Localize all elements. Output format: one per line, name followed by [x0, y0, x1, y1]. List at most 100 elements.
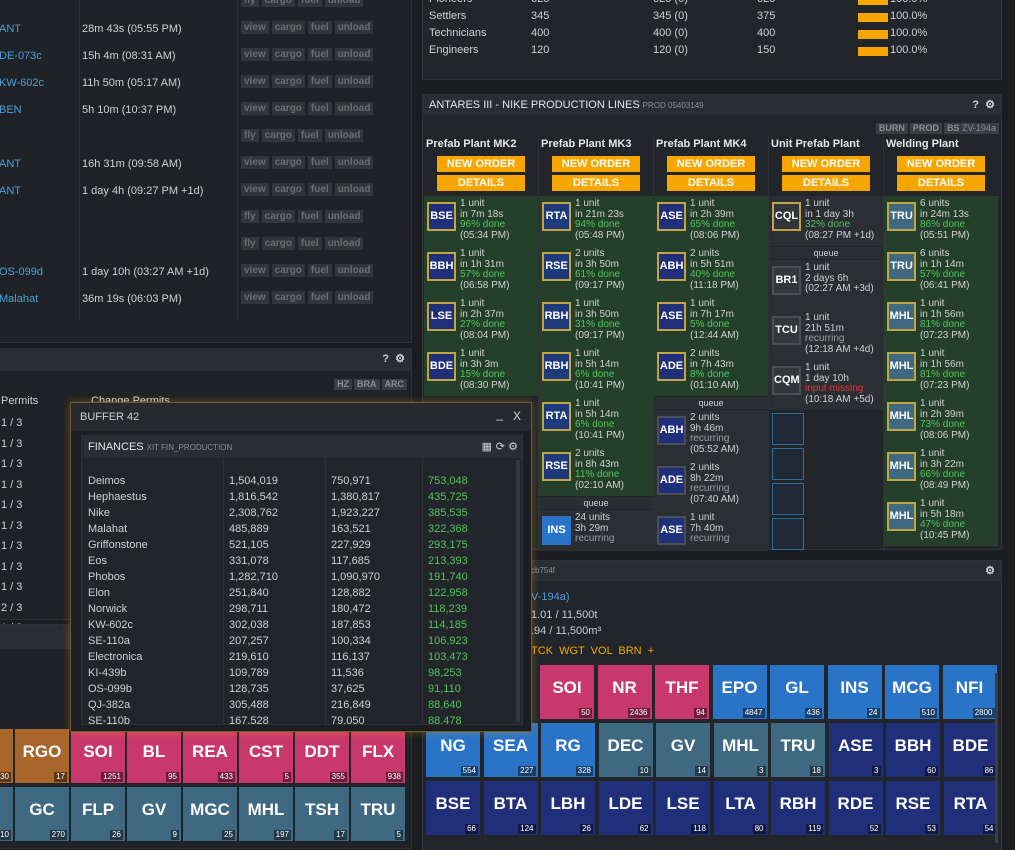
material-tile[interactable]: INS 24	[827, 665, 882, 719]
fuel-button[interactable]: fuel	[297, 210, 322, 223]
material-tile[interactable]: GL 436	[770, 665, 824, 719]
view-button[interactable]: view	[241, 264, 269, 277]
production-order[interactable]: BBH 1 unit in 1h 31m 57% done (06:58 PM)	[424, 246, 538, 296]
cargo-button[interactable]: cargo	[271, 264, 305, 277]
material-tile[interactable]: TRU 18	[771, 723, 825, 777]
buffer-titlebar[interactable]: BUFFER 42 _ X	[71, 403, 531, 431]
production-order[interactable]: RBH 1 unit in 5h 14m 6% done (10:41 PM)	[539, 346, 653, 396]
unload-button[interactable]: unload	[334, 264, 374, 277]
cargo-button[interactable]: cargo	[261, 129, 295, 142]
cargo-button[interactable]: cargo	[261, 210, 295, 223]
production-order[interactable]: MHL 1 unit in 1h 56m 81% done (07:23 PM)	[884, 296, 998, 346]
fuel-button[interactable]: fuel	[307, 183, 332, 196]
material-tile[interactable]: REA 433	[183, 729, 237, 783]
production-order[interactable]: ASE 1 unit in 2h 39m 65% done (08:06 PM)	[654, 196, 768, 246]
scrollbar[interactable]	[995, 673, 998, 843]
unload-button[interactable]: unload	[334, 291, 374, 304]
production-order[interactable]: BDE 1 unit in 3h 3m 15% done (08:30 PM)	[424, 346, 538, 396]
material-tile[interactable]: MHL 3	[713, 723, 768, 777]
unload-button[interactable]: unload	[334, 75, 374, 88]
cargo-button[interactable]: cargo	[261, 237, 295, 250]
material-tile[interactable]: DDT 355	[295, 729, 349, 783]
empty-queue-slot[interactable]	[772, 413, 804, 445]
material-tile[interactable]: NR 2436	[597, 665, 652, 719]
unload-button[interactable]: unload	[334, 156, 374, 169]
unload-button[interactable]: unload	[334, 48, 374, 61]
production-order[interactable]: RTA 1 unit in 21m 23s 94% done (05:48 PM)	[539, 196, 653, 246]
material-tile[interactable]: BBH 60	[886, 723, 940, 777]
empty-queue-slot[interactable]	[772, 483, 804, 515]
production-order[interactable]: MHL 1 unit in 5h 18m 47% done (10:45 PM)	[884, 496, 998, 546]
view-button[interactable]: view	[241, 75, 269, 88]
storage-location[interactable]: V-194a)	[531, 591, 570, 603]
unload-button[interactable]: unload	[334, 102, 374, 115]
unload-button[interactable]: unload	[324, 237, 364, 250]
view-button[interactable]: view	[241, 156, 269, 169]
production-order[interactable]: CQM 1 unit 1 day 10h input missing (10:18 AM…	[769, 360, 883, 410]
material-tile[interactable]: TSH 17	[295, 787, 349, 841]
material-tile[interactable]: ASE 3	[828, 723, 883, 777]
material-tile[interactable]: NFI 2800	[942, 665, 997, 719]
fuel-button[interactable]: fuel	[297, 237, 322, 250]
calculator-icon[interactable]: ▦	[482, 436, 492, 458]
help-icon[interactable]: ?	[972, 95, 979, 115]
material-tile[interactable]: MGC 25	[183, 787, 237, 841]
cargo-button[interactable]: cargo	[271, 291, 305, 304]
fuel-button[interactable]: fuel	[297, 0, 322, 7]
production-order[interactable]: MHL 1 unit in 2h 39m 73% done (08:06 PM)	[884, 396, 998, 446]
material-tile[interactable]: THF 94	[655, 665, 709, 719]
production-order[interactable]: CQL 1 unit in 1 day 3h 32% done (08:27 PM +1…	[769, 196, 883, 246]
fuel-button[interactable]: fuel	[307, 102, 332, 115]
gear-icon[interactable]: ⚙	[985, 561, 995, 581]
unload-button[interactable]: unload	[324, 210, 364, 223]
storage-sort-options[interactable]: TCK WGT VOL BRN +	[531, 645, 654, 657]
material-tile[interactable]: DEC 10	[598, 723, 653, 777]
material-tile[interactable]: RG 328	[541, 723, 595, 777]
ship-destination[interactable]: OS-099d	[0, 266, 43, 278]
material-tile[interactable]: FLX 938	[351, 729, 405, 783]
material-tile[interactable]: CST 5	[239, 729, 293, 783]
ship-destination[interactable]: BEN	[0, 104, 22, 116]
material-tile[interactable]: LDE 62	[598, 781, 653, 835]
new-order-button[interactable]: NEW ORDER	[437, 156, 525, 172]
cargo-button[interactable]: cargo	[271, 156, 305, 169]
details-button[interactable]: DETAILS	[552, 175, 640, 191]
production-order[interactable]: INS 24 units 3h 29m recurring	[539, 510, 653, 551]
scrollbar[interactable]	[516, 460, 520, 722]
material-tile[interactable]: LTA 80	[713, 781, 768, 835]
empty-queue-slot[interactable]	[772, 448, 804, 480]
view-button[interactable]: view	[241, 102, 269, 115]
production-order[interactable]: BSE 1 unit in 7m 18s 96% done (05:34 PM)	[424, 196, 538, 246]
fuel-button[interactable]: fuel	[307, 291, 332, 304]
new-order-button[interactable]: NEW ORDER	[667, 156, 755, 172]
gear-icon[interactable]: ⚙	[985, 95, 995, 115]
production-order[interactable]: RSE 2 units in 8h 43m 11% done (02:10 AM)	[539, 446, 653, 496]
ship-destination[interactable]: KW-602c	[0, 77, 44, 89]
production-order[interactable]: RTA 1 unit in 5h 14m 6% done (10:41 PM)	[539, 396, 653, 446]
new-order-button[interactable]: NEW ORDER	[897, 156, 985, 172]
material-tile[interactable]: RTA 54	[943, 781, 998, 835]
material-tile[interactable]: MCG 510	[885, 665, 939, 719]
unload-button[interactable]: unload	[324, 0, 364, 7]
gear-icon[interactable]: ⚙	[508, 436, 518, 458]
new-order-button[interactable]: NEW ORDER	[782, 156, 870, 172]
refresh-icon[interactable]: ⟳	[496, 436, 505, 458]
material-tile[interactable]: GV 14	[656, 723, 710, 777]
material-tile[interactable]: RGO 17	[15, 729, 69, 783]
fly-button[interactable]: fly	[241, 210, 259, 223]
ship-destination[interactable]: ANT	[0, 23, 21, 35]
production-order[interactable]: RSE 2 units in 3h 50m 61% done (09:17 PM)	[539, 246, 653, 296]
production-order[interactable]: TCU 1 unit 21h 51m recurring (12:18 AM +4d)	[769, 310, 883, 360]
production-order[interactable]: RBH 1 unit in 3h 50m 31% done (09:17 PM)	[539, 296, 653, 346]
new-order-button[interactable]: NEW ORDER	[552, 156, 640, 172]
help-icon[interactable]: ?	[382, 349, 389, 369]
fly-button[interactable]: fly	[241, 129, 259, 142]
production-order[interactable]: ABH 2 units in 5h 51m 40% done (11:18 PM)	[654, 246, 768, 296]
fly-button[interactable]: fly	[241, 0, 259, 7]
material-tile[interactable]: SOI 50	[540, 665, 594, 719]
material-tile[interactable]: RSE 53	[886, 781, 940, 835]
cargo-button[interactable]: cargo	[271, 102, 305, 115]
prod-tag[interactable]: PROD	[909, 123, 942, 134]
ship-destination[interactable]: ANT	[0, 158, 21, 170]
view-button[interactable]: view	[241, 48, 269, 61]
